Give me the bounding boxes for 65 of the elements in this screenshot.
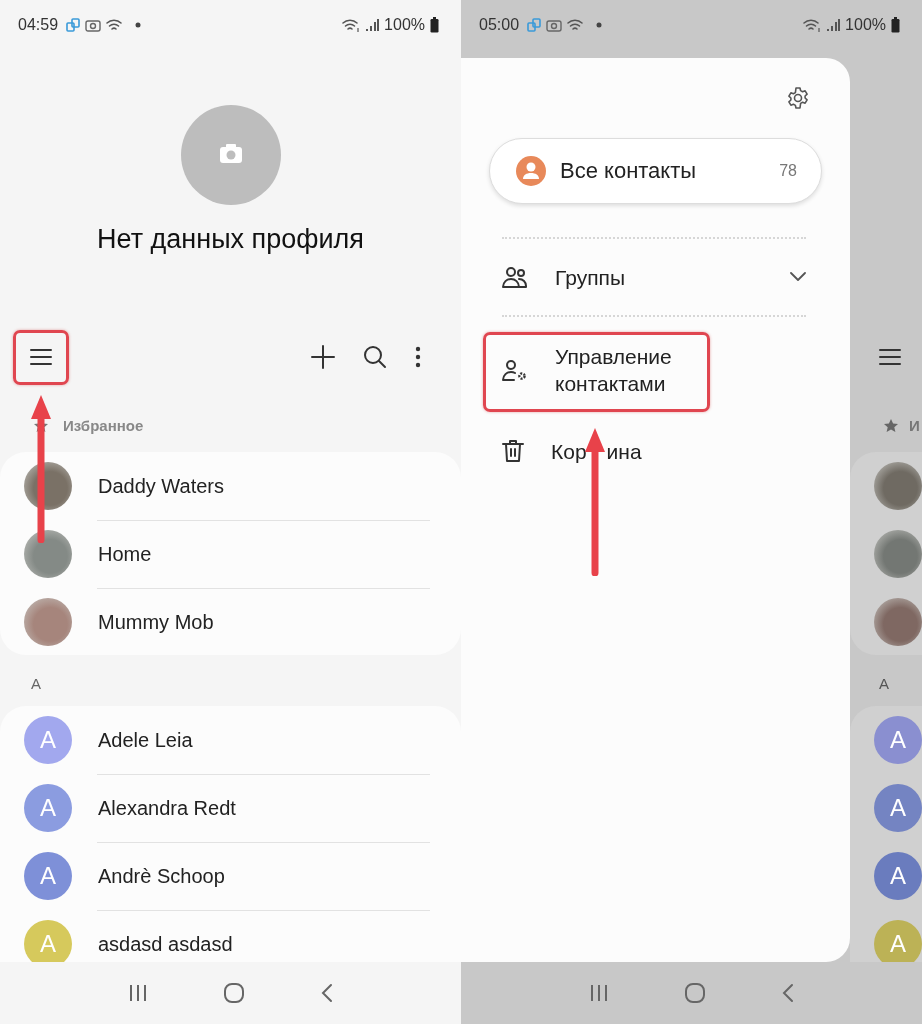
chevron-down-icon[interactable]: [790, 272, 806, 282]
people-icon: [502, 265, 528, 289]
section-letter: A: [30, 674, 42, 694]
menu-icon[interactable]: [30, 348, 52, 366]
contact-name[interactable]: Andrè Schoop: [98, 864, 225, 888]
section-letter: A: [878, 674, 890, 694]
settings-icon[interactable]: [786, 86, 810, 110]
section-label: И: [909, 418, 920, 434]
person-gear-icon: [502, 358, 528, 382]
profile-title: Нет данных профиля: [97, 223, 364, 256]
contact-name[interactable]: Adele Leia: [98, 728, 193, 752]
all-contacts-button[interactable]: Все контакты 78: [489, 138, 822, 204]
recent-apps-icon[interactable]: [588, 984, 609, 1002]
contact-name[interactable]: Daddy Waters: [98, 474, 224, 498]
home-icon[interactable]: [223, 982, 246, 1004]
notification-dot-icon: [596, 22, 603, 28]
status-time: 05:00: [479, 16, 520, 34]
back-icon[interactable]: [321, 983, 334, 1003]
wifi-icon: [803, 18, 822, 32]
more-options-icon[interactable]: [415, 346, 421, 368]
menu-item[interactable]: Кор ина: [461, 423, 850, 479]
person-icon: [516, 156, 546, 186]
contact-name[interactable]: asdasd asdasd: [98, 932, 233, 956]
home-icon[interactable]: [684, 982, 707, 1004]
menu-label-part: Кор: [551, 438, 587, 465]
signal-icon: [826, 18, 841, 32]
contact-name[interactable]: Home: [98, 542, 152, 566]
avatar: A: [24, 716, 72, 764]
status-time: 04:59: [18, 16, 59, 34]
avatar: A: [874, 784, 922, 832]
battery-icon: [891, 17, 900, 33]
camera-icon: [85, 18, 102, 32]
battery-level: 100%: [384, 16, 425, 34]
contact-name[interactable]: Alexandra Redt: [98, 796, 236, 820]
all-contacts-label: Все контакты: [560, 158, 698, 184]
notification-dot-icon: [135, 22, 142, 28]
wifi-icon: [106, 18, 123, 32]
avatar: A: [874, 852, 922, 900]
battery-level: 100%: [845, 16, 886, 34]
contact-count: 78: [779, 162, 797, 180]
signal-icon: [365, 18, 380, 32]
wifi-icon: [567, 18, 584, 32]
trash-icon: [502, 439, 524, 463]
star-icon: [883, 418, 899, 434]
contact-name[interactable]: Mummy Mob: [98, 610, 214, 634]
notification-icon: [527, 18, 542, 32]
avatar: A: [24, 784, 72, 832]
menu-icon[interactable]: [879, 348, 901, 366]
menu-item[interactable]: Управление контактами: [461, 317, 850, 423]
avatar: A: [874, 920, 922, 962]
back-icon[interactable]: [782, 983, 795, 1003]
notification-icon: [66, 18, 81, 32]
section-label: Избранное: [63, 416, 144, 436]
avatar: A: [874, 716, 922, 764]
menu-label-part: ина: [606, 438, 642, 465]
wifi-icon: [342, 18, 361, 32]
recent-apps-icon[interactable]: [127, 984, 148, 1002]
camera-icon: [546, 18, 563, 32]
add-icon[interactable]: [311, 345, 335, 369]
avatar: A: [24, 920, 72, 962]
battery-icon: [430, 17, 439, 33]
avatar: A: [24, 852, 72, 900]
menu-item[interactable]: Группы: [461, 239, 850, 315]
search-icon[interactable]: [363, 345, 387, 369]
highlight-frame: [13, 330, 69, 385]
